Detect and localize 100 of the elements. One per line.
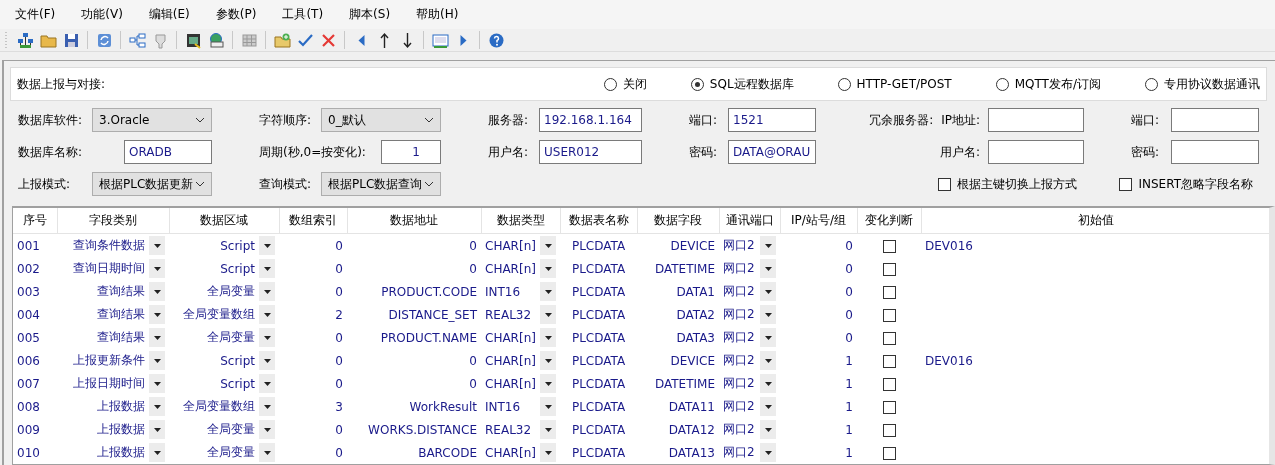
checkbox[interactable] bbox=[882, 331, 896, 345]
dropdown-button[interactable] bbox=[149, 328, 165, 347]
checkbox-option[interactable]: INSERT忽略字段名称 bbox=[1119, 175, 1253, 193]
menu-item[interactable]: 文件(F) bbox=[8, 6, 63, 24]
checkbox-option[interactable]: 根据主键切换上报方式 bbox=[938, 175, 1078, 193]
checkbox[interactable] bbox=[1119, 177, 1133, 191]
dropdown-button[interactable] bbox=[259, 328, 275, 347]
column-header[interactable]: 字段类别 bbox=[57, 208, 169, 234]
checkbox[interactable] bbox=[938, 177, 952, 191]
checkbox[interactable] bbox=[882, 285, 896, 299]
radio-button[interactable] bbox=[690, 77, 704, 91]
dropdown-button[interactable] bbox=[259, 374, 275, 393]
dropdown-button[interactable] bbox=[540, 351, 556, 370]
radio-option[interactable]: SQL远程数据库 bbox=[690, 75, 794, 93]
dropdown-button[interactable] bbox=[760, 351, 776, 370]
dropdown-button[interactable] bbox=[259, 443, 275, 462]
input-field[interactable]: 1 bbox=[381, 140, 441, 164]
dropdown-button[interactable] bbox=[540, 443, 556, 462]
dropdown-button[interactable] bbox=[540, 328, 556, 347]
menu-item[interactable]: 功能(V) bbox=[74, 6, 130, 24]
input-field[interactable] bbox=[1171, 108, 1259, 132]
dropdown-button[interactable] bbox=[540, 420, 556, 439]
dropdown-button[interactable] bbox=[540, 397, 556, 416]
menu-item[interactable]: 工具(T) bbox=[275, 6, 331, 24]
dropdown-button[interactable] bbox=[149, 420, 165, 439]
dropdown-button[interactable] bbox=[760, 328, 776, 347]
dropdown-button[interactable] bbox=[760, 259, 776, 278]
column-header[interactable]: 数据地址 bbox=[347, 208, 481, 234]
dropdown-button[interactable] bbox=[259, 351, 275, 370]
dropdown-button[interactable] bbox=[149, 374, 165, 393]
column-header[interactable]: 初始值 bbox=[921, 208, 1269, 234]
dropdown-button[interactable] bbox=[149, 282, 165, 301]
menu-item[interactable]: 帮助(H) bbox=[409, 6, 466, 24]
dropdown-button[interactable] bbox=[540, 374, 556, 393]
dropdown-button[interactable] bbox=[760, 282, 776, 301]
dropdown-button[interactable] bbox=[540, 259, 556, 278]
dropdown-button[interactable] bbox=[149, 236, 165, 255]
column-header[interactable]: IP/站号/组 bbox=[780, 208, 857, 234]
column-header[interactable]: 序号 bbox=[13, 208, 57, 234]
dropdown[interactable]: 根据PLC数据更新 bbox=[92, 172, 212, 196]
column-header[interactable]: 数据字段 bbox=[637, 208, 719, 234]
menu-item[interactable]: 脚本(S) bbox=[342, 6, 398, 24]
input-field[interactable]: DATA@ORAU bbox=[728, 140, 816, 164]
menu-item[interactable]: 参数(P) bbox=[208, 6, 264, 24]
dropdown-button[interactable] bbox=[760, 420, 776, 439]
input-field[interactable] bbox=[988, 140, 1084, 164]
dropdown-button[interactable] bbox=[760, 443, 776, 462]
column-header[interactable]: 数组索引 bbox=[279, 208, 347, 234]
checkbox[interactable] bbox=[882, 400, 896, 414]
caret-icon bbox=[153, 427, 161, 432]
table-cell: 0 bbox=[335, 353, 343, 368]
dropdown-button[interactable] bbox=[149, 305, 165, 324]
dropdown-button[interactable] bbox=[149, 443, 165, 462]
radio-button[interactable] bbox=[837, 77, 851, 91]
checkbox[interactable] bbox=[882, 446, 896, 460]
input-field[interactable]: 192.168.1.164 bbox=[539, 108, 642, 132]
dropdown[interactable]: 3.Oracle bbox=[92, 108, 212, 132]
radio-button[interactable] bbox=[1145, 77, 1158, 91]
dropdown-button[interactable] bbox=[540, 236, 556, 255]
toolbar-button[interactable] bbox=[15, 30, 35, 51]
radio-button[interactable] bbox=[995, 77, 1009, 91]
column-header[interactable]: 数据类型 bbox=[481, 208, 560, 234]
checkbox[interactable] bbox=[882, 377, 896, 391]
column-header[interactable]: 变化判断 bbox=[857, 208, 921, 234]
dropdown-button[interactable] bbox=[259, 397, 275, 416]
dropdown-button[interactable] bbox=[259, 282, 275, 301]
checkbox[interactable] bbox=[882, 423, 896, 437]
input-field[interactable]: ORADB bbox=[124, 140, 212, 164]
dropdown-button[interactable] bbox=[259, 305, 275, 324]
input-field[interactable]: 1521 bbox=[728, 108, 816, 132]
input-field[interactable] bbox=[1171, 140, 1259, 164]
input-field[interactable]: USER012 bbox=[539, 140, 642, 164]
radio-option[interactable]: HTTP-GET/POST bbox=[837, 77, 952, 91]
dropdown-button[interactable] bbox=[259, 420, 275, 439]
dropdown-button[interactable] bbox=[149, 397, 165, 416]
dropdown-button[interactable] bbox=[259, 236, 275, 255]
dropdown-button[interactable] bbox=[540, 282, 556, 301]
radio-option[interactable]: 关闭 bbox=[603, 75, 647, 93]
dropdown[interactable]: 根据PLC数据查询 bbox=[321, 172, 441, 196]
dropdown-button[interactable] bbox=[540, 305, 556, 324]
checkbox[interactable] bbox=[882, 262, 896, 276]
checkbox[interactable] bbox=[882, 354, 896, 368]
radio-option[interactable]: MQTT发布/订阅 bbox=[995, 75, 1101, 93]
column-header[interactable]: 数据区域 bbox=[169, 208, 279, 234]
dropdown-button[interactable] bbox=[760, 374, 776, 393]
menu-item[interactable]: 编辑(E) bbox=[141, 6, 197, 24]
dropdown-button[interactable] bbox=[149, 351, 165, 370]
radio-button[interactable] bbox=[603, 77, 617, 91]
dropdown[interactable]: 0_默认 bbox=[321, 108, 441, 132]
dropdown-button[interactable] bbox=[760, 397, 776, 416]
checkbox[interactable] bbox=[882, 239, 896, 253]
checkbox[interactable] bbox=[882, 308, 896, 322]
dropdown-button[interactable] bbox=[760, 236, 776, 255]
input-field[interactable] bbox=[988, 108, 1084, 132]
column-header[interactable]: 通讯端口 bbox=[719, 208, 780, 234]
column-header[interactable]: 数据表名称 bbox=[560, 208, 637, 234]
dropdown-button[interactable] bbox=[259, 259, 275, 278]
radio-option[interactable]: 专用协议数据通讯 bbox=[1145, 75, 1260, 93]
dropdown-button[interactable] bbox=[149, 259, 165, 278]
dropdown-button[interactable] bbox=[760, 305, 776, 324]
